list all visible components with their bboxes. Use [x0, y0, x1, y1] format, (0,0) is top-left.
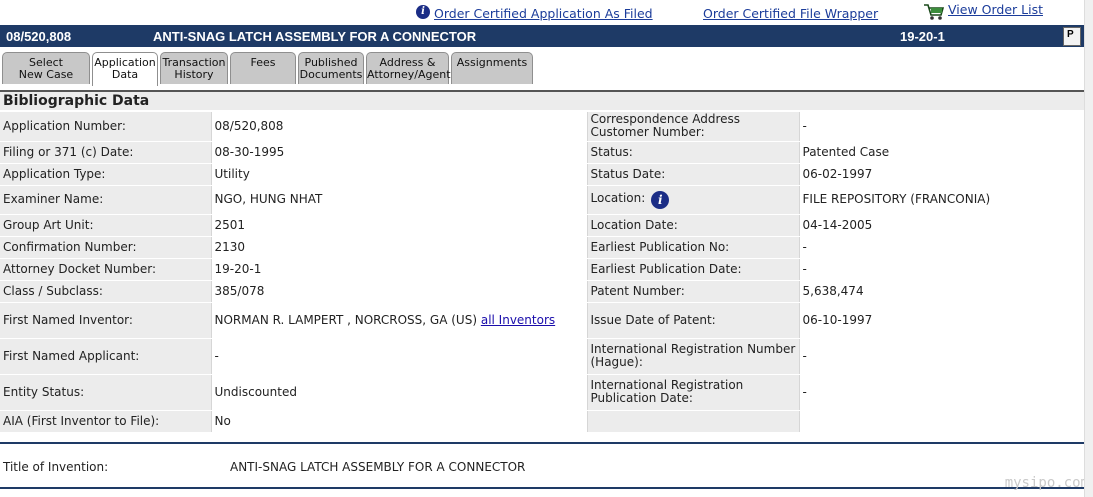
field-value: 06-10-1997 [798, 302, 1085, 339]
field-label: Earliest Publication Date: [586, 258, 799, 281]
field-label: Entity Status: [0, 374, 211, 411]
case-title: ANTI-SNAG LATCH ASSEMBLY FOR A CONNECTOR [153, 29, 477, 44]
field-value: - [798, 374, 1085, 411]
table-row: Attorney Docket Number: 19-20-1 Earliest P… [0, 258, 1085, 281]
scrollbar[interactable] [1084, 0, 1093, 497]
field-value: - [798, 258, 1085, 281]
table-row: First Named Applicant: - International Reg… [0, 338, 1085, 375]
section-title: Bibliographic Data [0, 90, 1085, 110]
field-value: 06-02-1997 [798, 163, 1085, 186]
pdf-icon[interactable] [1063, 27, 1081, 46]
field-label: First Named Applicant: [0, 338, 211, 375]
field-label: Location: i [586, 185, 799, 215]
field-value: - [798, 112, 1085, 142]
field-label: Application Type: [0, 163, 211, 186]
field-value: 08-30-1995 [210, 141, 587, 164]
order-certified-application-link[interactable]: Order Certified Application As Filed [434, 6, 653, 21]
field-value: 19-20-1 [210, 258, 587, 281]
field-value: No [210, 410, 587, 433]
field-label: Correspondence Address Customer Number: [586, 112, 799, 142]
field-value: NGO, HUNG NHAT [210, 185, 587, 215]
field-value: 385/078 [210, 280, 587, 303]
table-row: Confirmation Number: 2130 Earliest Publica… [0, 236, 1085, 259]
field-value: Utility [210, 163, 587, 186]
field-value: 2501 [210, 214, 587, 237]
inventor-text: NORMAN R. LAMPERT , NORCROSS, GA (US) [214, 312, 478, 327]
location-info-icon[interactable]: i [651, 190, 670, 209]
field-value: 04-14-2005 [798, 214, 1085, 237]
field-value: 08/520,808 [210, 112, 587, 142]
table-row: Application Type: Utility Status Date: 06-0… [0, 163, 1085, 186]
field-label: International Registration Publication D… [586, 374, 799, 411]
view-order-list-link[interactable]: View Order List [948, 2, 1043, 17]
table-row: Class / Subclass: 385/078 Patent Number: 5,… [0, 280, 1085, 303]
field-label: Patent Number: [586, 280, 799, 303]
application-number-header: 08/520,808 [6, 29, 72, 44]
tab-select-new-case[interactable]: Select New Case [2, 52, 90, 84]
tab-application-data[interactable]: Application Data [92, 52, 158, 86]
field-label [586, 410, 799, 433]
top-links-bar: i Order Certified Application As Filed O… [0, 0, 1093, 24]
tab-published-documents[interactable]: Published Documents [298, 52, 364, 84]
field-value: 2130 [210, 236, 587, 259]
location-label: Location: [590, 190, 646, 205]
field-label: Attorney Docket Number: [0, 258, 211, 281]
shopping-cart-icon[interactable] [923, 3, 945, 24]
order-certified-wrapper-link[interactable]: Order Certified File Wrapper [703, 6, 878, 21]
field-label: Examiner Name: [0, 185, 211, 215]
field-label: Issue Date of Patent: [586, 302, 799, 339]
docket-number-header: 19-20-1 [900, 29, 945, 44]
field-value: Patented Case [798, 141, 1085, 164]
field-value: FILE REPOSITORY (FRANCONIA) [798, 185, 1085, 215]
field-label: Application Number: [0, 112, 211, 142]
field-label: Confirmation Number: [0, 236, 211, 259]
table-row: Examiner Name: NGO, HUNG NHAT Location: i FI… [0, 185, 1085, 215]
table-row: AIA (First Inventor to File): No [0, 410, 1085, 433]
field-label: AIA (First Inventor to File): [0, 410, 211, 433]
table-row: Group Art Unit: 2501 Location Date: 04-14-2… [0, 214, 1085, 237]
field-value: - [210, 338, 587, 375]
field-value [798, 410, 1085, 433]
field-value: - [798, 338, 1085, 375]
field-value: - [798, 236, 1085, 259]
field-value: 5,638,474 [798, 280, 1085, 303]
field-label: First Named Inventor: [0, 302, 211, 339]
field-label: International Registration Number (Hague… [586, 338, 799, 375]
field-label: Status: [586, 141, 799, 164]
tab-transaction-history[interactable]: Transaction History [160, 52, 228, 84]
field-label: Status Date: [586, 163, 799, 186]
case-title-bar: 08/520,808 ANTI-SNAG LATCH ASSEMBLY FOR … [0, 25, 1085, 47]
table-row: Filing or 371 (c) Date: 08-30-1995 Status:… [0, 141, 1085, 164]
field-value: NORMAN R. LAMPERT , NORCROSS, GA (US) al… [210, 302, 587, 339]
field-label: Group Art Unit: [0, 214, 211, 237]
table-row: Application Number: 08/520,808 Corresponde… [0, 112, 1085, 142]
field-label: Earliest Publication No: [586, 236, 799, 259]
field-label: Location Date: [586, 214, 799, 237]
table-row: Entity Status: Undiscounted International … [0, 374, 1085, 411]
tab-fees[interactable]: Fees [230, 52, 296, 84]
bibliographic-table: Application Number: 08/520,808 Corresponde… [0, 112, 1085, 433]
divider [0, 442, 1085, 444]
watermark: mysipo.com [1004, 475, 1089, 491]
all-inventors-link[interactable]: all Inventors [481, 313, 555, 327]
info-icon: i [416, 5, 430, 19]
field-label: Filing or 371 (c) Date: [0, 141, 211, 164]
tab-assignments[interactable]: Assignments [451, 52, 533, 84]
invention-title-label: Title of Invention: [3, 460, 109, 474]
field-value: Undiscounted [210, 374, 587, 411]
tab-address-attorney[interactable]: Address & Attorney/Agent [366, 52, 451, 84]
field-label: Class / Subclass: [0, 280, 211, 303]
divider [0, 487, 1085, 489]
table-row: First Named Inventor: NORMAN R. LAMPERT ,… [0, 302, 1085, 339]
invention-title-value: ANTI-SNAG LATCH ASSEMBLY FOR A CONNECTOR [230, 460, 526, 474]
